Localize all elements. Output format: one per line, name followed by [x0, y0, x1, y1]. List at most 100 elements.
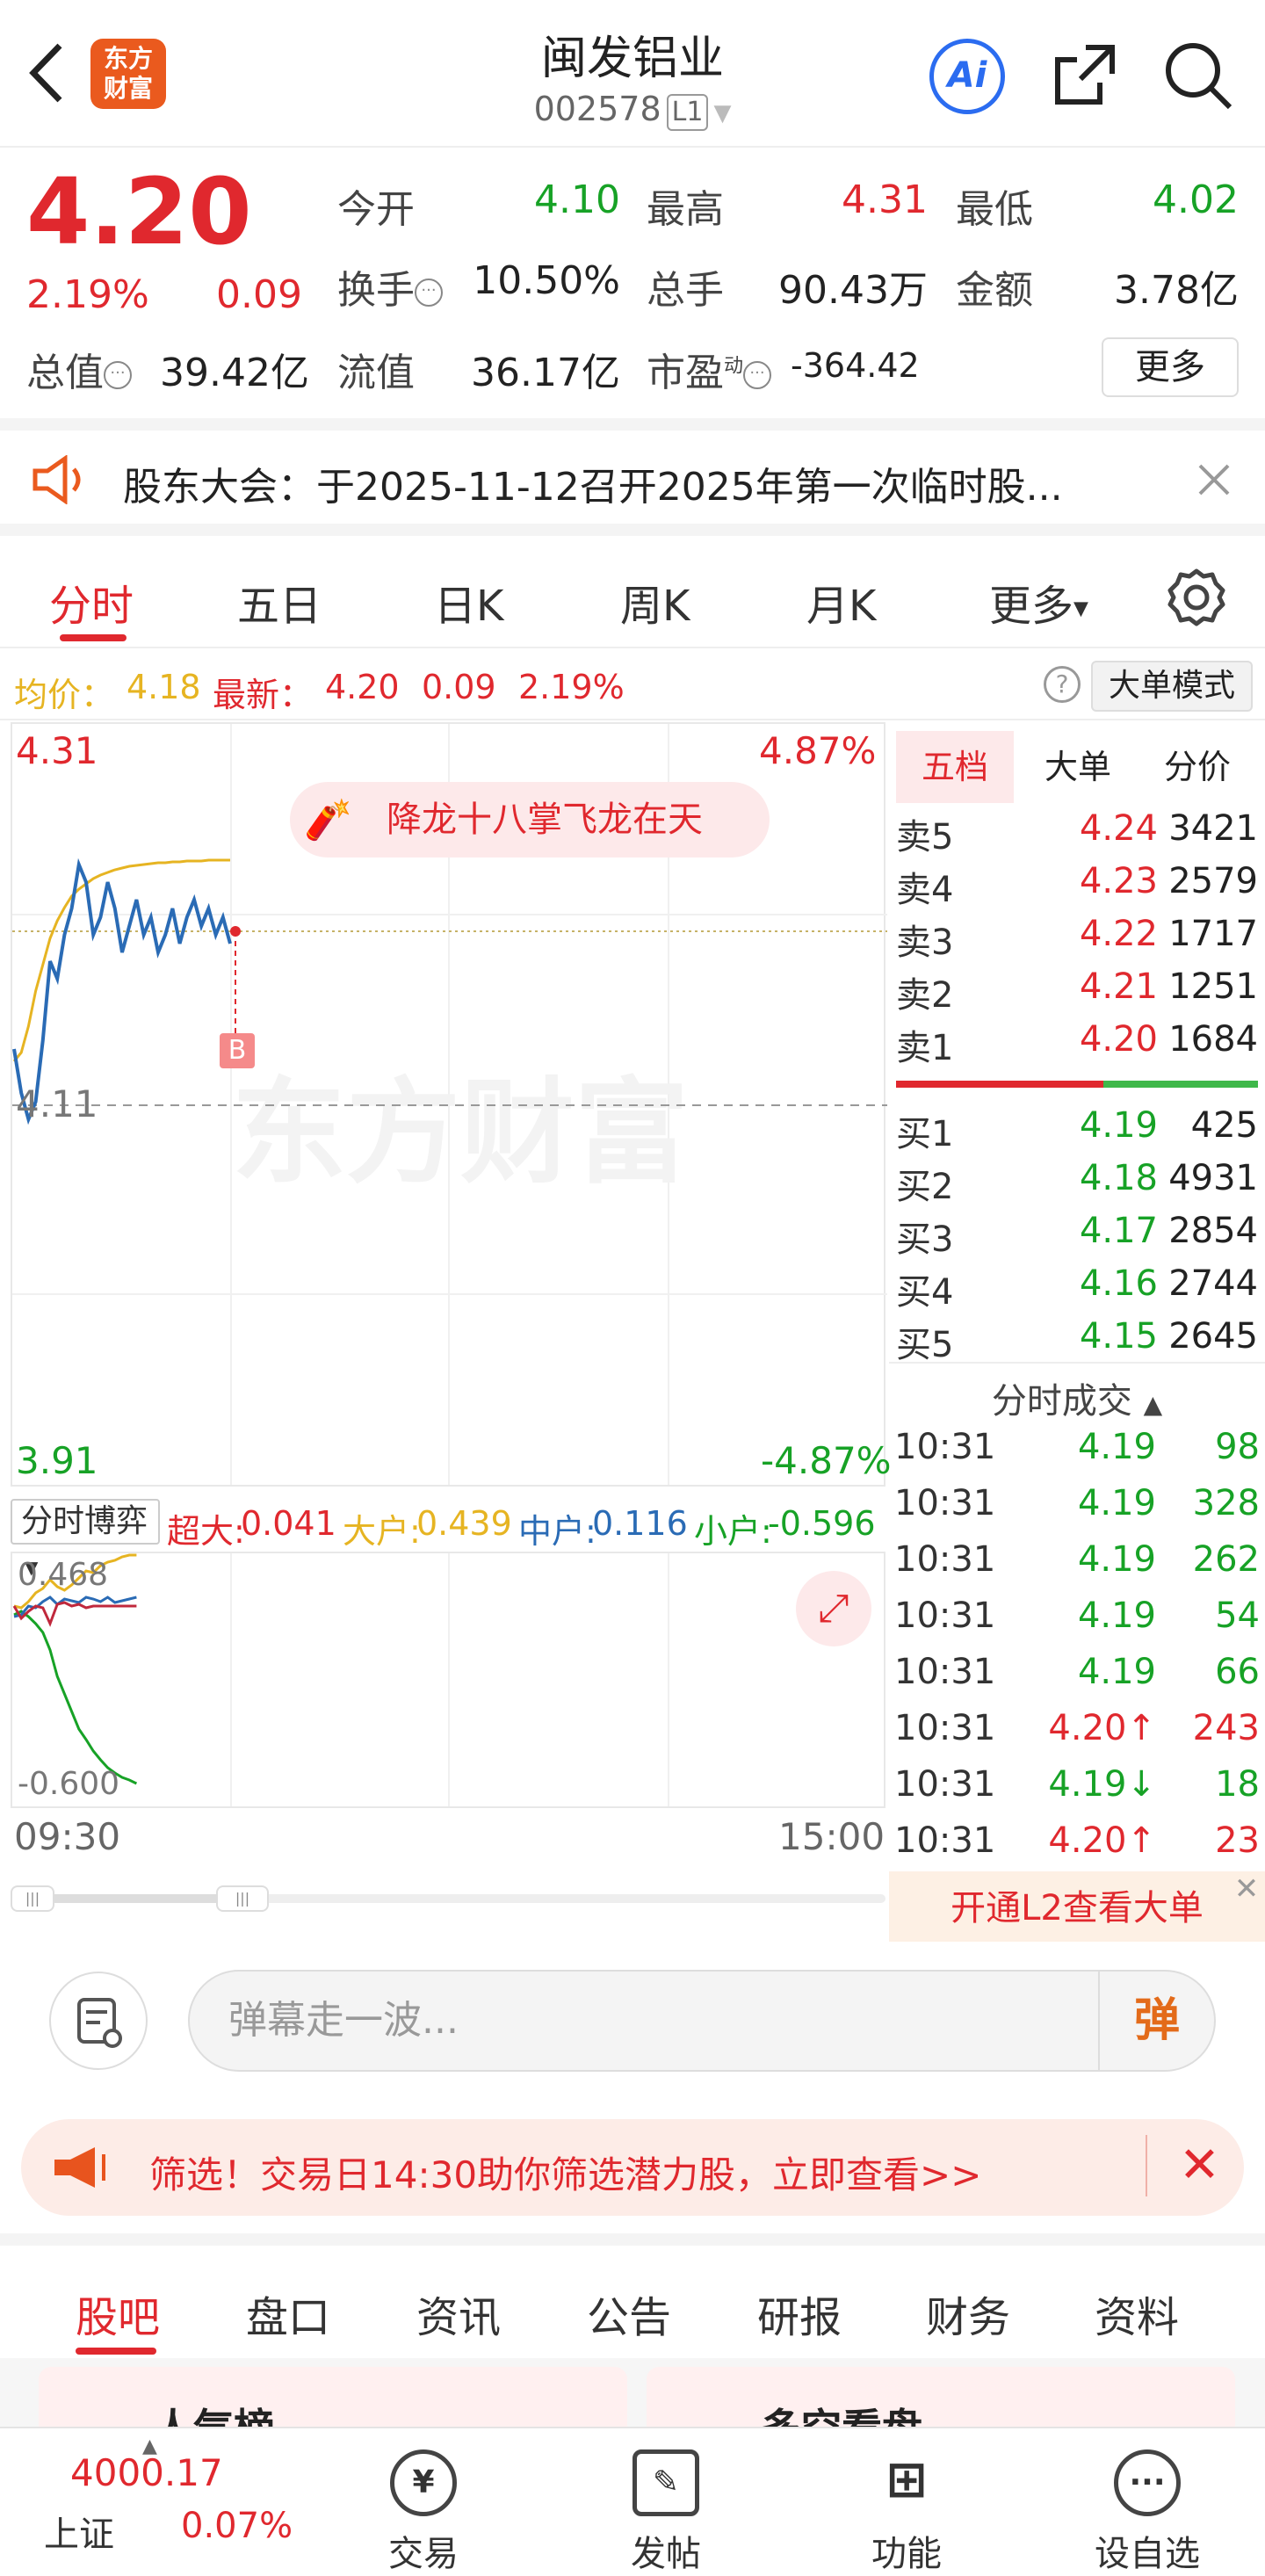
- bid-label: 买1: [896, 1114, 954, 1154]
- trade-direction: ↑: [1126, 1708, 1156, 1748]
- avg-price-line: [12, 858, 230, 1062]
- tab-big-orders[interactable]: 大单: [1019, 731, 1137, 803]
- mktcap-label-text: 总值: [26, 351, 104, 395]
- small-label: 小户:: [694, 1512, 772, 1551]
- trade-price: 4.19: [998, 1596, 1156, 1636]
- index-value: 4000.17: [70, 2451, 223, 2494]
- ask-row: 卖1 4.20 1684: [893, 1019, 1261, 1072]
- amount-value: 3.78亿: [1114, 268, 1239, 313]
- sub-bottom-label: -0.600: [18, 1766, 120, 1802]
- trade-time: 10:31: [894, 1764, 996, 1805]
- info-icon[interactable]: ···: [415, 279, 443, 307]
- bid-price: 4.18: [1079, 1158, 1158, 1198]
- bid-label: 买5: [896, 1325, 954, 1365]
- caret-up-icon: ▲: [1143, 1390, 1163, 1419]
- promo-banner[interactable]: 筛选！交易日14:30助你筛选潜力股，立即查看>> ✕: [21, 2119, 1244, 2216]
- share-icon[interactable]: [1051, 39, 1121, 109]
- ask-volume: 2579: [1168, 861, 1258, 901]
- trades-header[interactable]: 分时成交 ▲: [889, 1372, 1265, 1423]
- big-order-mode-button[interactable]: 大单模式: [1091, 661, 1253, 712]
- ask-row: 卖2 4.21 1251: [893, 966, 1261, 1019]
- trade-row: 10:31 4.20↑ 243: [893, 1708, 1261, 1764]
- expand-icon[interactable]: ⤢: [796, 1571, 871, 1646]
- bid-price: 4.19: [1079, 1105, 1158, 1146]
- ask-label: 卖5: [896, 817, 954, 857]
- megaphone-icon: [54, 2147, 105, 2188]
- search-icon[interactable]: [1161, 39, 1235, 112]
- slider-handle-right[interactable]: |||: [216, 1885, 269, 1912]
- tab-five-levels[interactable]: 五档: [896, 731, 1014, 803]
- help-icon[interactable]: ?: [1044, 666, 1081, 703]
- ask-price: 4.20: [1079, 1019, 1158, 1060]
- trade-direction: ↑: [1126, 1820, 1156, 1861]
- open-value: 4.10: [534, 177, 620, 222]
- index-pct: 0.07%: [181, 2506, 293, 2546]
- trade-volume: 262: [1192, 1539, 1260, 1580]
- nav-trade[interactable]: ¥ 交易: [353, 2449, 494, 2576]
- avg-value: 4.18: [126, 668, 201, 706]
- ask-strength-bar: [896, 1081, 1103, 1088]
- intraday-chart[interactable]: 东方财富 🧨 降龙十八掌飞龙在天 B 4.31 4.11 3.91 4.87% …: [11, 722, 892, 1487]
- trade-time: 10:31: [894, 1596, 996, 1636]
- tab-research[interactable]: 研报: [757, 2283, 842, 2344]
- turnover-label: 换手 ···: [337, 258, 443, 315]
- l2-upgrade-banner[interactable]: 开通L2查看大单: [889, 1871, 1265, 1942]
- mid-label: 中户:: [518, 1512, 596, 1551]
- order-book-panel: 五档 大单 分价 卖5 4.24 3421 卖4 4.23 2579 卖3 4.22 171…: [889, 722, 1265, 1942]
- range-slider[interactable]: ||| |||: [11, 1885, 886, 1912]
- ai-button[interactable]: Ai: [929, 39, 1005, 114]
- amount-label: 金额: [956, 268, 1033, 313]
- nav-add-watchlist-label: 设自选: [1095, 2534, 1200, 2574]
- trade-price: 4.19↓: [998, 1764, 1156, 1805]
- tab-more-label: 更多: [989, 582, 1074, 631]
- play-select[interactable]: 分时博弈▼: [11, 1499, 160, 1578]
- speaker-icon: [33, 455, 81, 504]
- danmaku-button[interactable]: 弹: [1098, 1972, 1214, 2070]
- nav-functions[interactable]: ⊞ 功能: [836, 2449, 977, 2576]
- tab-news[interactable]: 资讯: [416, 2283, 501, 2344]
- tab-profile[interactable]: 资料: [1095, 2283, 1179, 2344]
- volume-value: 90.43万: [778, 268, 928, 313]
- trade-price: 4.19: [998, 1427, 1156, 1467]
- ask-price: 4.21: [1079, 966, 1158, 1007]
- close-icon[interactable]: [1196, 462, 1232, 497]
- tab-finance[interactable]: 财务: [926, 2283, 1010, 2344]
- tab-price-distribution[interactable]: 分价: [1138, 731, 1256, 803]
- info-icon[interactable]: ···: [104, 361, 132, 389]
- mid-value: 0.116: [592, 1504, 688, 1543]
- notice-bar[interactable]: 股东大会：于2025-11-12召开2025年第一次临时股...: [0, 418, 1265, 536]
- fund-flow-chart[interactable]: 0.468 -0.600 ⤢: [11, 1552, 886, 1808]
- nav-post[interactable]: ✎ 发帖: [596, 2449, 736, 2576]
- tab-pankou[interactable]: 盘口: [246, 2283, 330, 2344]
- chart-tabs: 分时 五日 日K 周K 月K 更多▼: [0, 539, 1265, 648]
- close-icon[interactable]: ✕: [1228, 1871, 1265, 1908]
- tab-daily-k[interactable]: 日K: [434, 571, 503, 633]
- index-name: 上证: [44, 2514, 114, 2555]
- close-icon[interactable]: ✕: [1146, 2135, 1220, 2196]
- tab-five-day[interactable]: 五日: [237, 571, 322, 633]
- tab-intraday[interactable]: 分时: [49, 571, 134, 633]
- large-value: 0.439: [416, 1504, 512, 1543]
- danmaku-input[interactable]: 弹幕走一波...: [188, 1970, 1216, 2072]
- tab-monthly-k[interactable]: 月K: [806, 571, 876, 633]
- comment-settings-icon[interactable]: [49, 1972, 148, 2070]
- ask-volume: 1251: [1168, 966, 1258, 1007]
- settings-icon[interactable]: [1165, 566, 1228, 629]
- trade-price: 4.20↑: [998, 1820, 1156, 1861]
- trade-price: 4.20↑: [998, 1708, 1156, 1748]
- trade-time: 10:31: [894, 1427, 996, 1467]
- tab-guba[interactable]: 股吧: [76, 2283, 160, 2344]
- info-icon[interactable]: ···: [743, 361, 772, 389]
- bid-volume: 425: [1190, 1105, 1258, 1146]
- buy-marker[interactable]: B: [220, 1033, 255, 1068]
- current-price: 4.20: [26, 158, 252, 265]
- ask-price: 4.23: [1079, 861, 1158, 901]
- tab-announcements[interactable]: 公告: [587, 2283, 671, 2344]
- tab-more[interactable]: 更多▼: [989, 571, 1088, 633]
- turnover-label-text: 换手: [337, 268, 415, 313]
- slider-handle-left[interactable]: |||: [11, 1885, 54, 1912]
- more-button[interactable]: 更多: [1102, 337, 1239, 397]
- nav-add-watchlist[interactable]: ··· 设自选: [1077, 2449, 1218, 2576]
- tab-weekly-k[interactable]: 周K: [620, 571, 690, 633]
- divider: [889, 1362, 1265, 1364]
